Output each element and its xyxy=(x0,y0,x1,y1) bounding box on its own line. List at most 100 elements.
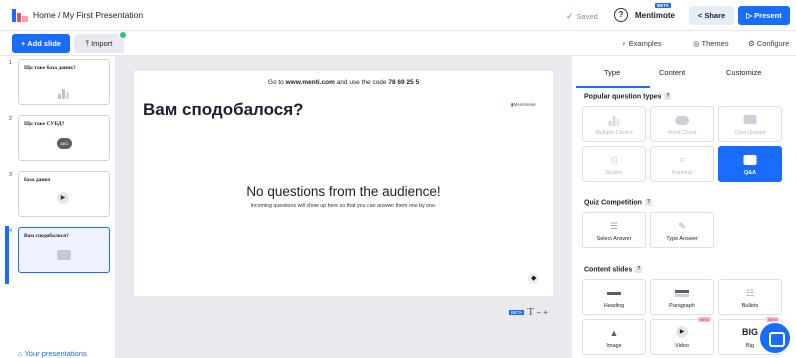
help-icon[interactable]: ? xyxy=(644,199,652,206)
mentimeter-logo-icon[interactable] xyxy=(12,9,28,22)
card-label: Ranking xyxy=(671,170,693,176)
ranking-icon: ≡ xyxy=(679,155,685,165)
content-image[interactable]: ▲ Image xyxy=(582,319,646,355)
content-video[interactable]: NEW ▶ Video xyxy=(650,317,714,355)
word-cloud-icon xyxy=(675,116,689,125)
configure-link[interactable]: ⚙ Configure xyxy=(748,39,789,48)
import-button[interactable]: ⤒ Import xyxy=(74,31,127,53)
slide-list: 1 Що таке база даних? 2 Що таке СУБД? AB… xyxy=(0,56,116,358)
type-multiple-choice[interactable]: Multiple Choice xyxy=(582,106,646,142)
beta-badge: BETA xyxy=(655,3,671,8)
slide-thumbnail-4[interactable]: Вам сподобалося? xyxy=(18,227,110,273)
import-label: Import xyxy=(91,39,113,48)
card-label: Paragraph xyxy=(669,303,695,309)
card-label: Bullets xyxy=(741,303,759,309)
card-label: Scales xyxy=(605,170,623,176)
content-paragraph[interactable]: Paragraph xyxy=(650,279,714,315)
type-scales[interactable]: ⊟ Scales xyxy=(582,146,646,182)
pencil-icon: ✎ xyxy=(678,221,686,231)
configure-label: Configure xyxy=(756,39,790,48)
scales-icon: ⊟ xyxy=(610,155,618,165)
card-label: Video xyxy=(675,343,689,349)
join-code: 78 69 25 5 xyxy=(388,79,420,86)
empty-state-subtitle: Incoming questions will show up here so … xyxy=(250,203,437,209)
play-icon: ▶ xyxy=(676,326,688,338)
quiz-type-answer[interactable]: ✎ Type Answer xyxy=(650,212,714,248)
word-cloud-icon: ABC xyxy=(57,138,72,149)
qa-bubble-icon xyxy=(743,155,757,165)
content-bullets[interactable]: ☷ Bullets xyxy=(718,279,782,315)
bar-chart-icon xyxy=(58,81,69,99)
tab-content[interactable]: Content xyxy=(659,68,685,77)
type-open-ended[interactable]: Open Ended xyxy=(718,106,782,142)
help-icon[interactable]: ? xyxy=(614,8,628,22)
examples-label: Examples xyxy=(628,39,662,48)
type-ranking[interactable]: ≡ Ranking xyxy=(650,146,714,182)
text-size-icon[interactable]: T xyxy=(527,306,534,318)
your-presentations-label: Your presentations xyxy=(24,349,87,358)
type-word-cloud[interactable]: Word Cloud xyxy=(650,106,714,142)
upload-icon: ⤒ xyxy=(85,39,89,48)
qa-bubble-icon xyxy=(57,250,71,260)
new-badge: NEW xyxy=(697,317,711,322)
slide-thumbnail-1[interactable]: Що таке база даних? xyxy=(18,59,110,105)
speech-bubbles-icon xyxy=(743,115,757,124)
lightbulb-icon: ♀ xyxy=(621,39,627,48)
tab-type[interactable]: Type xyxy=(604,68,620,77)
support-chat-button[interactable] xyxy=(760,323,790,353)
panel-tabs: Type Content Customize xyxy=(584,68,790,84)
share-label: Share xyxy=(704,11,726,20)
brand-label: Mentimeter xyxy=(513,102,536,107)
pin-icon[interactable]: ◆ xyxy=(528,273,539,284)
notification-dot xyxy=(119,31,127,39)
slide-thumbnail-2[interactable]: Що таке СУБД? ABC xyxy=(18,115,110,161)
present-button[interactable]: ▷ Present xyxy=(738,6,790,25)
tab-customize[interactable]: Customize xyxy=(726,68,761,77)
gear-icon: ⚙ xyxy=(748,39,755,48)
card-label: Open Ended xyxy=(734,130,766,136)
paragraph-icon xyxy=(675,290,689,293)
slide-preview[interactable]: Go to www.menti.com and use the code 78 … xyxy=(134,71,553,296)
saved-label: Saved xyxy=(576,12,598,21)
top-bar: Home / My First Presentation ✓ Saved ? Me… xyxy=(0,0,796,31)
themes-link[interactable]: ◎ Themes xyxy=(693,39,729,48)
quiz-select-answer[interactable]: ☰ Select Answer xyxy=(582,212,646,248)
slide-thumbnail-title: база даних xyxy=(24,177,51,183)
mentimote-button[interactable]: Mentimote BETA xyxy=(635,3,675,20)
join-prefix: Go to xyxy=(267,79,286,86)
share-icon: < xyxy=(697,11,703,20)
heading-icon xyxy=(607,292,621,295)
examples-link[interactable]: ♀ Examples xyxy=(621,39,662,48)
card-label: Image xyxy=(606,343,622,349)
join-mid: and use the code xyxy=(334,79,389,86)
join-instructions: Go to www.menti.com and use the code 78 … xyxy=(134,79,553,86)
section-title: Content slides xyxy=(584,266,633,274)
slide-title[interactable]: Вам сподобалося? xyxy=(143,100,304,120)
content-heading[interactable]: Heading xyxy=(582,279,646,315)
active-tab-underline xyxy=(576,86,650,88)
section-title: Popular question types xyxy=(584,93,662,101)
slide-thumbnail-title: Що таке СУБД? xyxy=(24,121,65,127)
share-button[interactable]: < Share xyxy=(689,6,734,25)
active-slide-indicator xyxy=(5,226,9,284)
slide-number: 2 xyxy=(9,116,13,122)
zoom-buttons[interactable]: − + xyxy=(536,308,548,317)
breadcrumb[interactable]: Home / My First Presentation xyxy=(33,10,143,20)
type-qa[interactable]: Q&A xyxy=(718,146,782,182)
help-icon[interactable]: ? xyxy=(635,266,643,273)
themes-label: Themes xyxy=(701,39,729,48)
beta-badge: BETA xyxy=(509,310,525,316)
slide-number: 4 xyxy=(9,228,13,234)
help-icon[interactable]: ? xyxy=(664,93,672,100)
slide-thumbnail-title: Вам сподобалося? xyxy=(24,233,69,239)
present-label: Present xyxy=(754,11,782,20)
big-text-icon: BIG xyxy=(741,327,759,337)
your-presentations-link[interactable]: ⌂ Your presentations xyxy=(18,349,87,358)
card-label: Multiple Choice xyxy=(595,130,633,136)
add-slide-button[interactable]: + Add slide xyxy=(12,34,70,53)
question-type-panel: Type Content Customize Popular question … xyxy=(572,56,796,358)
slide-thumbnail-3[interactable]: база даних ▶ xyxy=(18,171,110,217)
palette-icon: ◎ xyxy=(693,39,700,48)
slide-number: 3 xyxy=(9,172,13,178)
quiz-heading: Quiz Competition? xyxy=(584,199,652,206)
